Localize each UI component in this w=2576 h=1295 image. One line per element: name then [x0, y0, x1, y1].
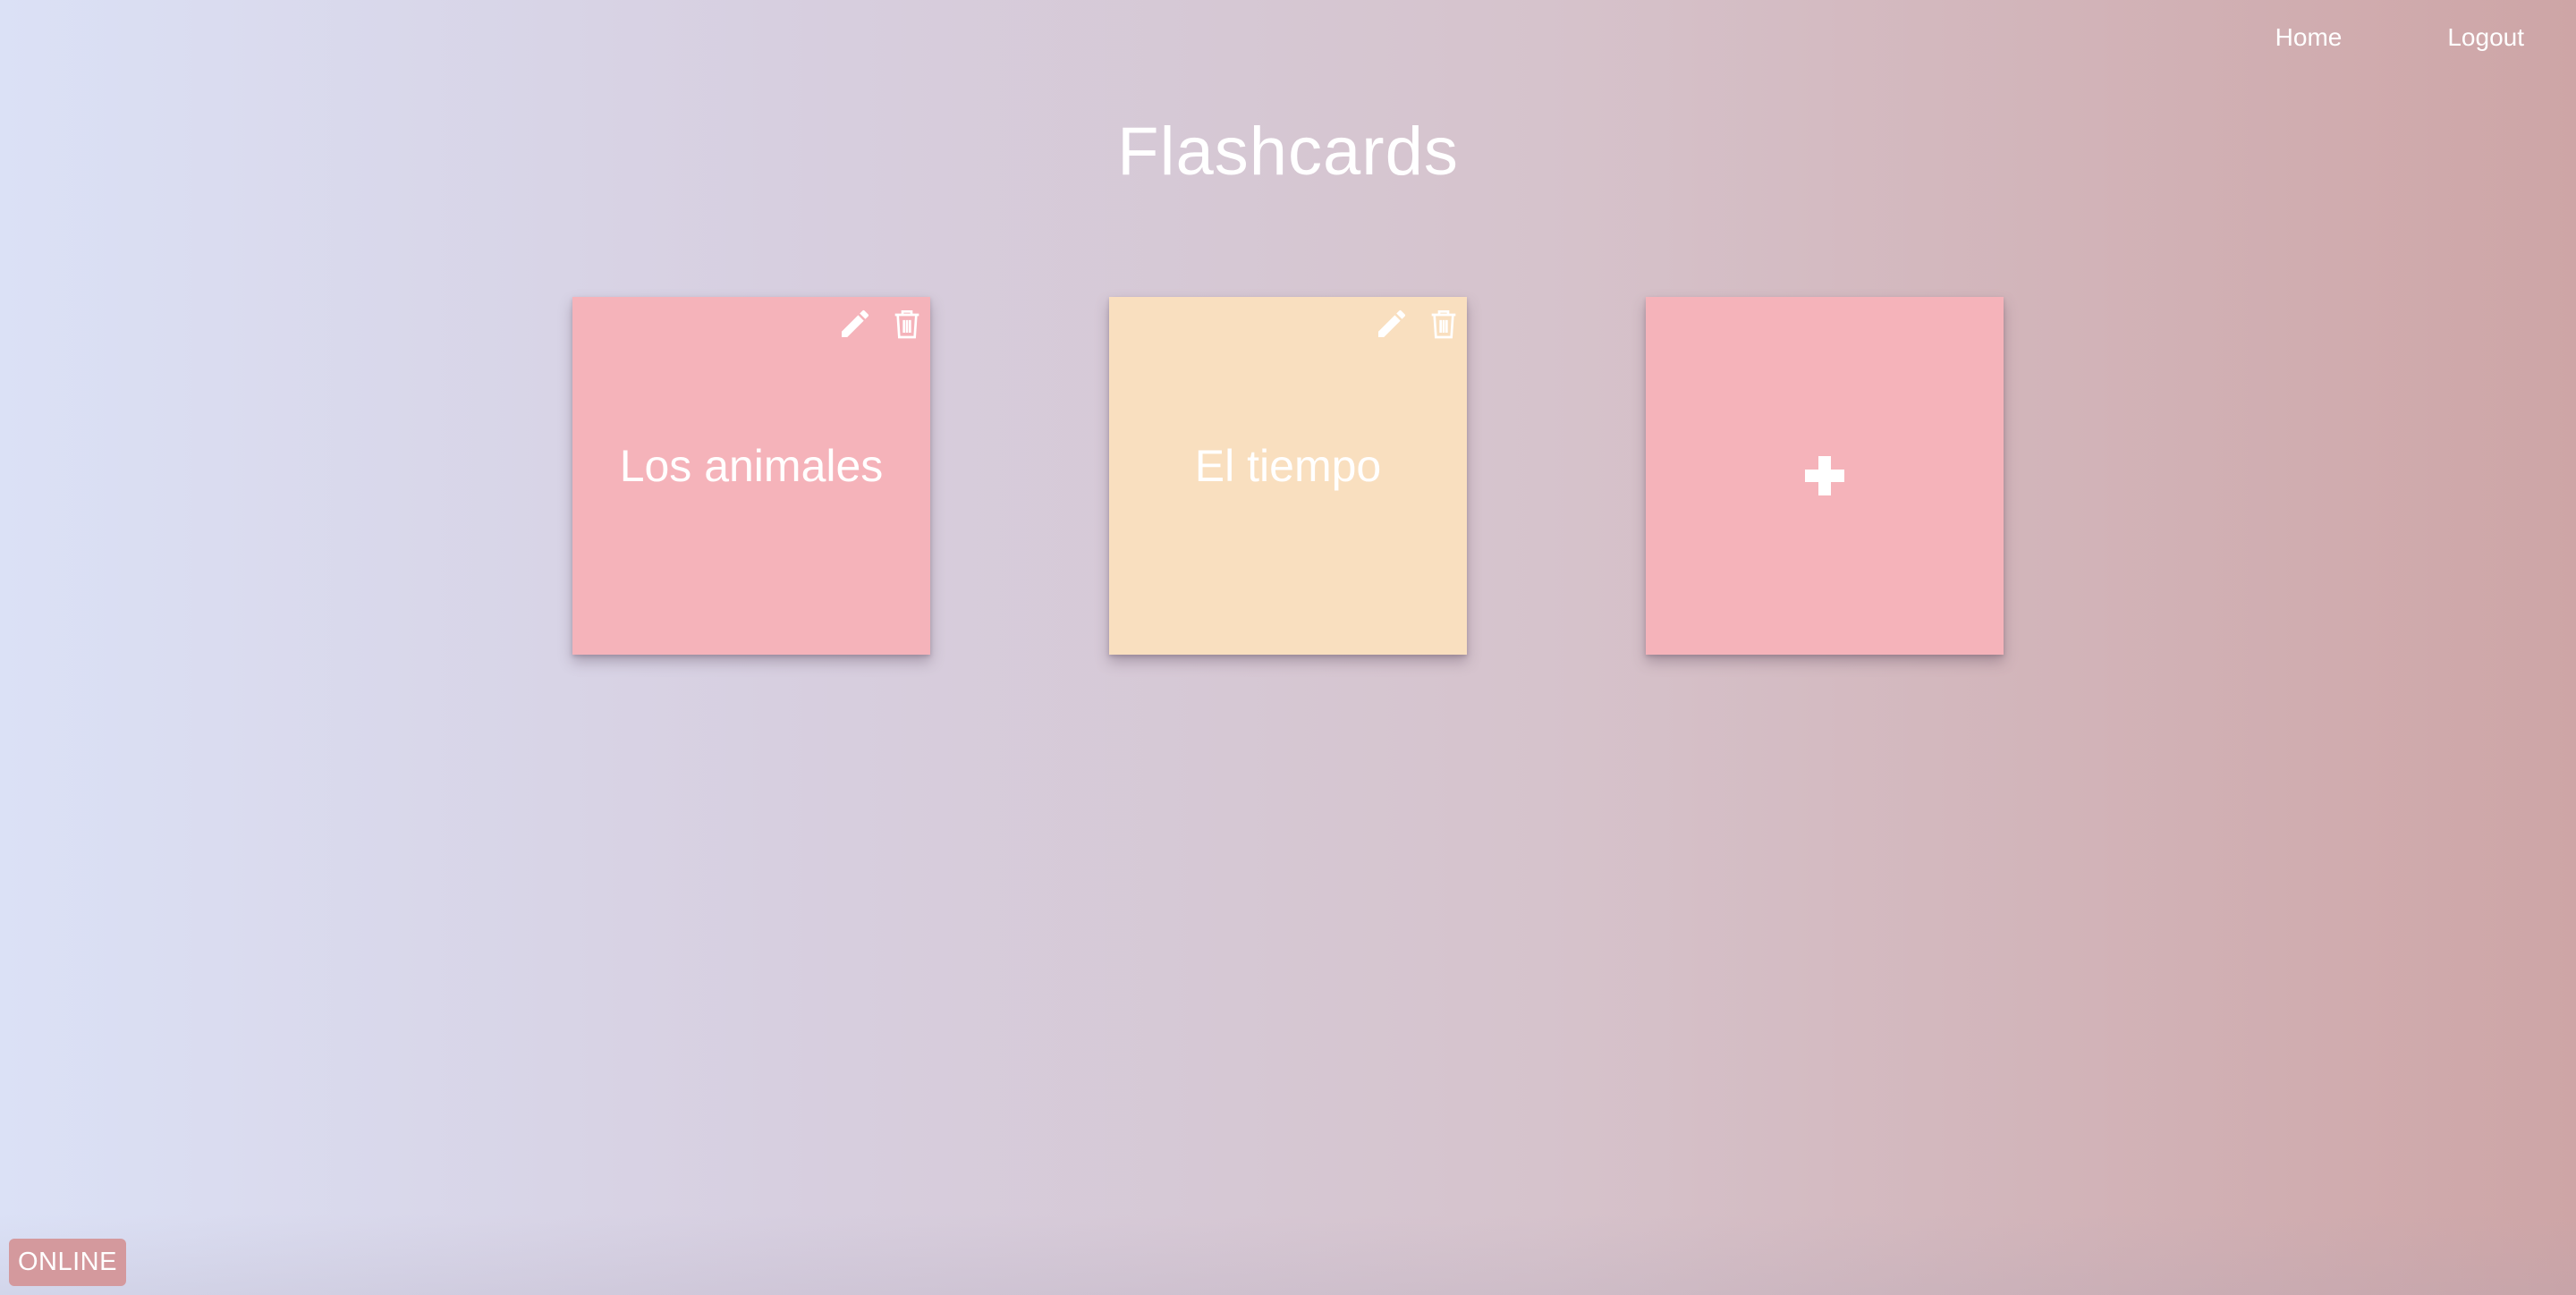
deck-card-los-animales[interactable]: Los animales: [572, 297, 930, 655]
pencil-icon[interactable]: [837, 304, 873, 343]
background-fade: [0, 1215, 2576, 1295]
deck-card-el-tiempo[interactable]: El tiempo: [1109, 297, 1467, 655]
plus-icon: [1805, 456, 1844, 495]
status-badge: ONLINE: [9, 1239, 126, 1286]
trash-icon[interactable]: [1426, 304, 1462, 343]
pencil-icon[interactable]: [1374, 304, 1410, 343]
deck-title: El tiempo: [1194, 441, 1382, 491]
add-deck-button[interactable]: [1646, 297, 2004, 655]
top-nav: Home Logout: [2275, 23, 2524, 52]
nav-home-link[interactable]: Home: [2275, 23, 2343, 52]
page-title: Flashcards: [1117, 114, 1459, 190]
deck-actions: [837, 304, 925, 343]
nav-logout-link[interactable]: Logout: [2447, 23, 2524, 52]
deck-actions: [1374, 304, 1462, 343]
trash-icon[interactable]: [889, 304, 925, 343]
deck-title: Los animales: [619, 441, 884, 491]
